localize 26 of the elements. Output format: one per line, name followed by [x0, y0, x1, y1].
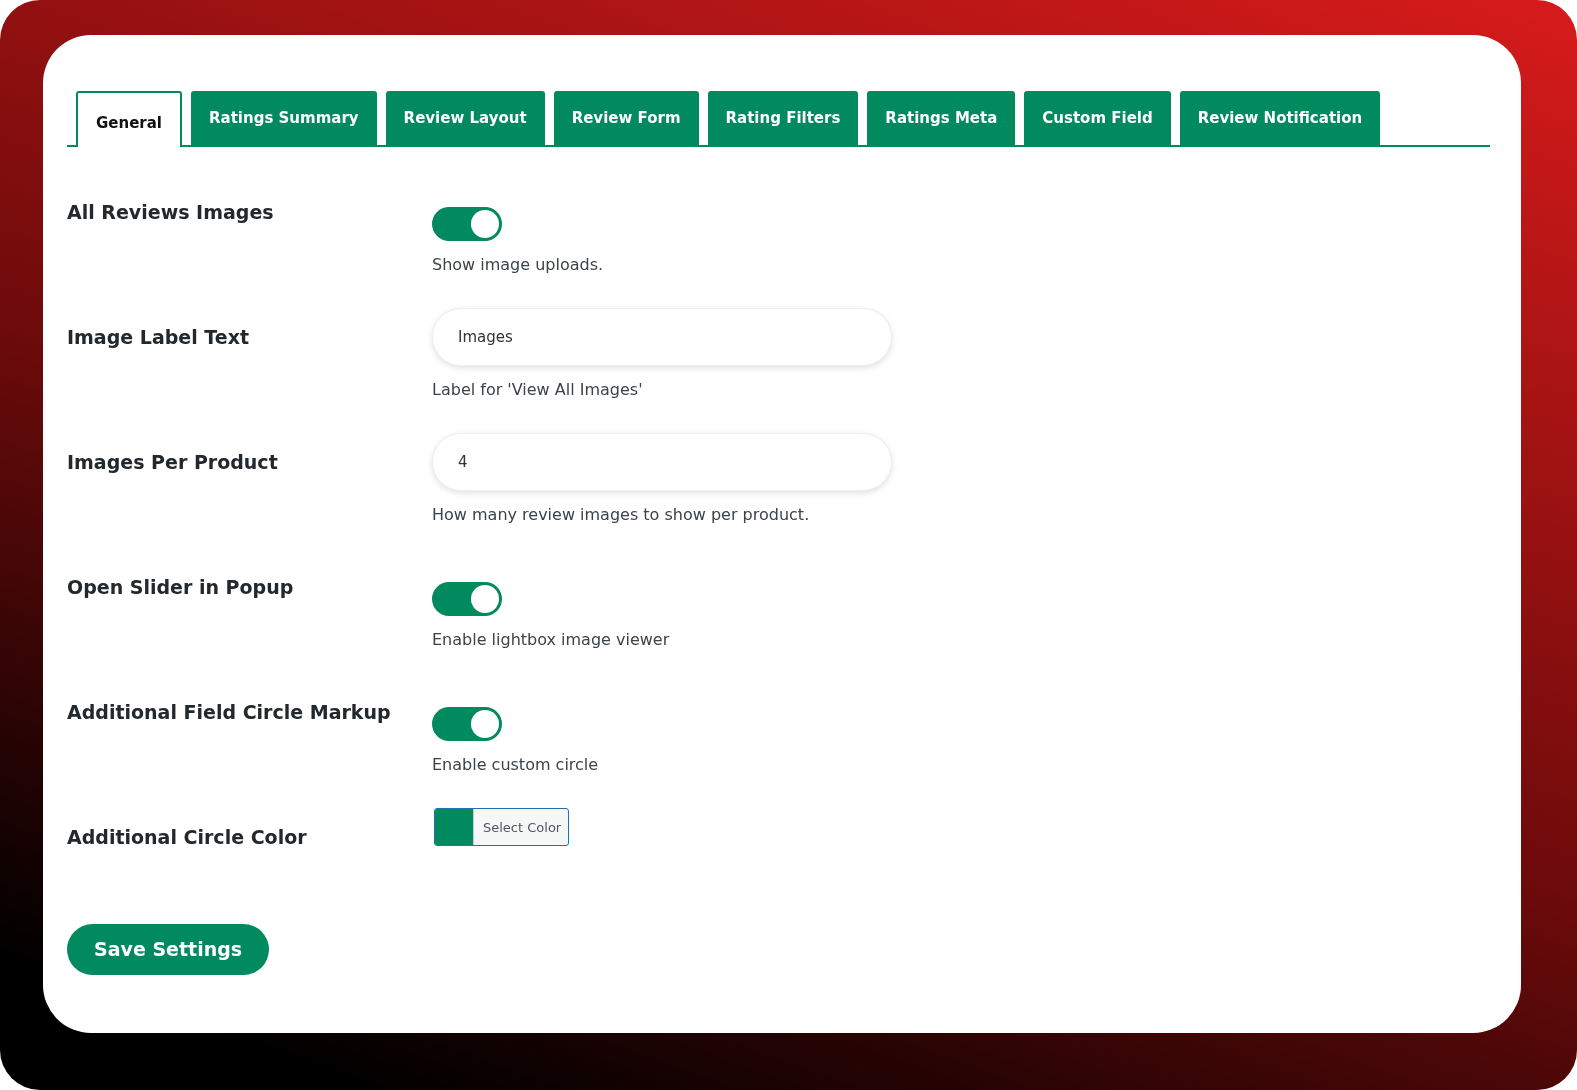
toggle-switch[interactable] [432, 207, 502, 241]
tab[interactable]: Rating Filters [707, 91, 859, 145]
tab[interactable]: Ratings Meta [867, 91, 1016, 145]
setting-label: Open Slider in Popup [67, 575, 295, 600]
setting-label: All Reviews Images [67, 200, 275, 225]
input-field[interactable]: Images [432, 308, 892, 366]
save-settings-button[interactable]: Save Settings [67, 923, 270, 975]
input-field[interactable]: 4 [432, 433, 892, 491]
tab[interactable]: Ratings Summary [191, 91, 377, 145]
tab[interactable]: General [76, 91, 182, 147]
tab[interactable]: Review Form [553, 91, 699, 145]
setting-label: Image Label Text [67, 325, 250, 350]
setting-description: Show image uploads. [432, 255, 604, 274]
setting-description: Label for 'View All Images' [432, 380, 643, 399]
setting-description: Enable custom circle [432, 755, 599, 774]
tab[interactable]: Review Layout [385, 91, 545, 145]
tab[interactable]: Review Notification [1179, 91, 1381, 145]
toggle-switch[interactable] [432, 707, 502, 741]
setting-description: How many review images to show per product. [432, 505, 810, 524]
setting-label: Additional Field Circle Markup [67, 700, 392, 725]
setting-description: Enable lightbox image viewer [432, 630, 670, 649]
setting-label: Images Per Product [67, 450, 279, 475]
setting-label: Additional Circle Color [67, 825, 308, 850]
color-picker-button[interactable]: Select Color [434, 808, 570, 846]
toggle-switch[interactable] [432, 582, 502, 616]
tab[interactable]: Custom Field [1024, 91, 1171, 145]
